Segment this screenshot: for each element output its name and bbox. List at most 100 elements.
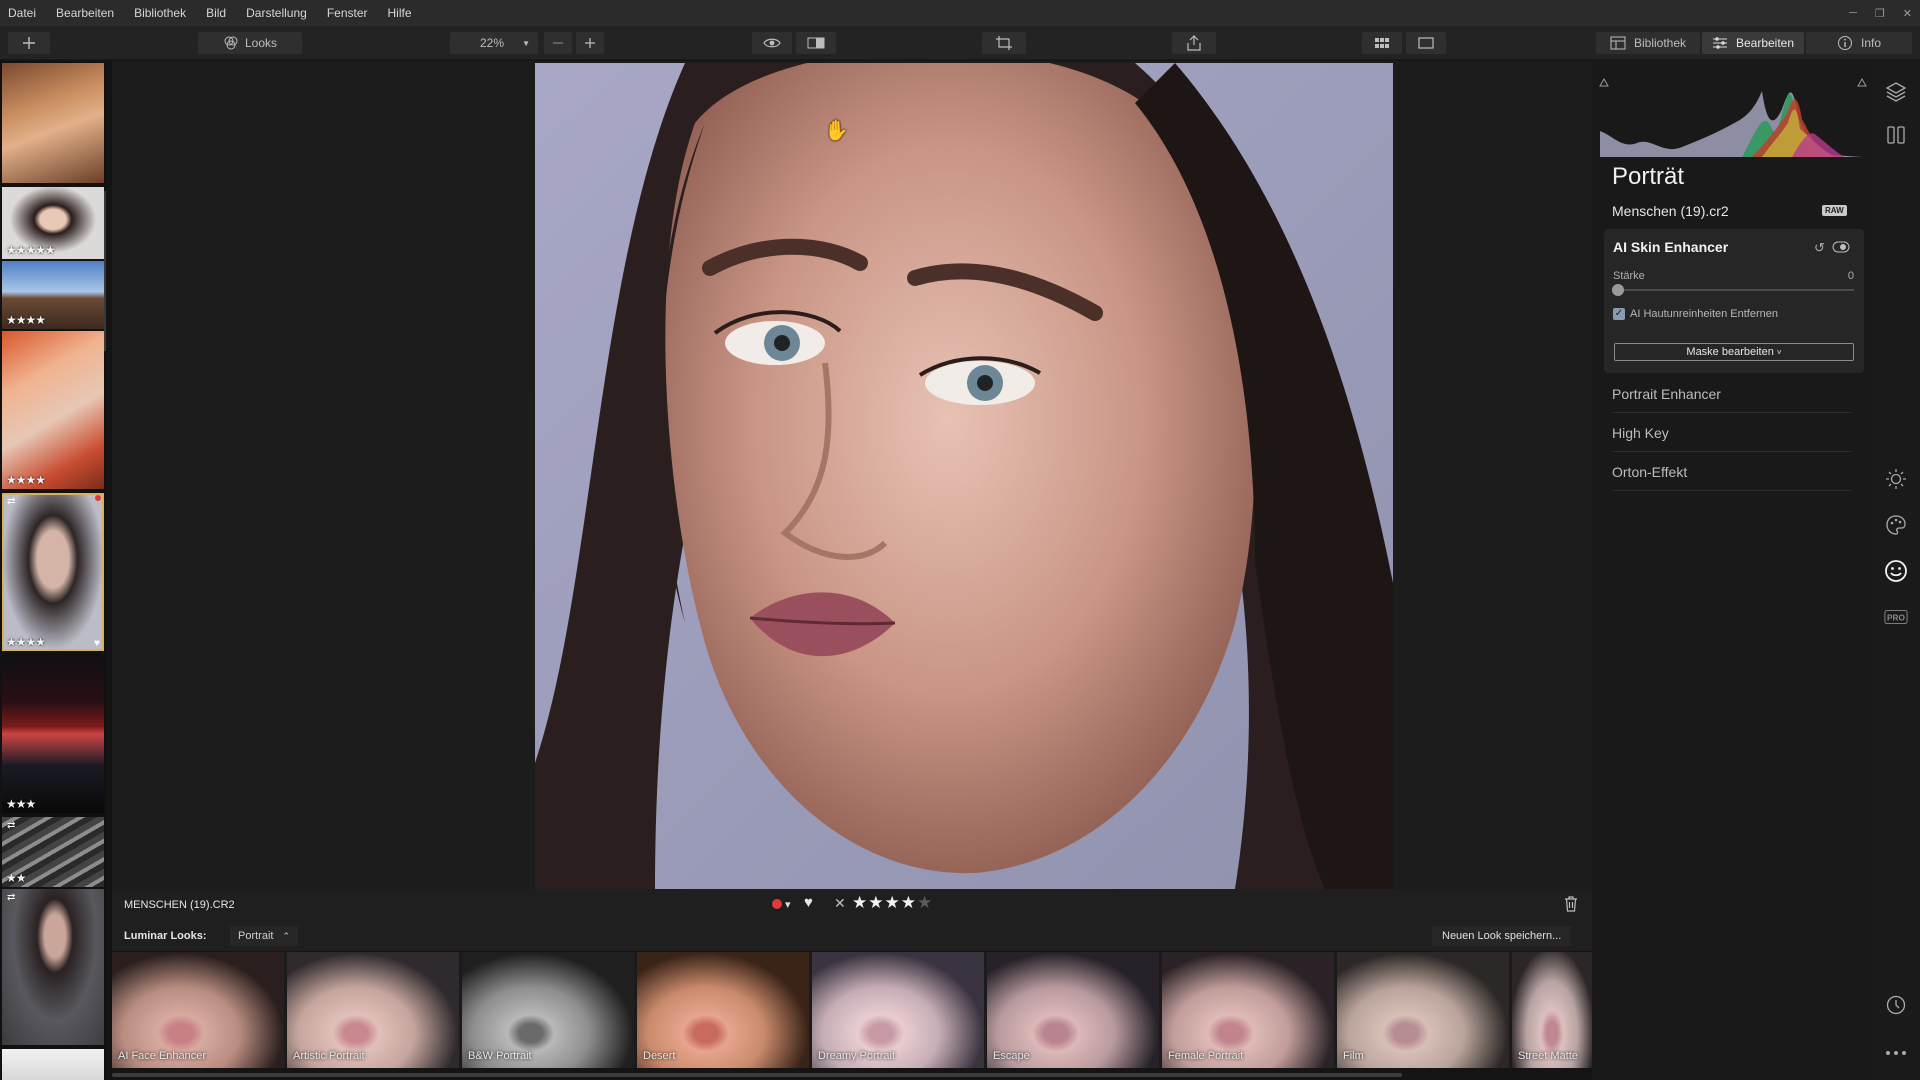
pro-badge-icon[interactable]: PRO (1884, 605, 1908, 629)
color-label-picker[interactable]: ▾ (772, 898, 791, 911)
look-preset[interactable]: Dreamy Portrait (812, 952, 984, 1068)
filmstrip-scrollbar[interactable] (104, 191, 106, 351)
zoom-in-button[interactable] (576, 32, 604, 54)
look-preset[interactable]: Desert (637, 952, 809, 1068)
menu-library[interactable]: Bibliothek (124, 0, 196, 26)
menu-view[interactable]: Darstellung (236, 0, 317, 26)
visibility-toggle[interactable] (1832, 240, 1850, 259)
rating-stars[interactable]: ★★★★★ (852, 893, 933, 913)
zoom-out-button[interactable] (544, 32, 572, 54)
zoom-select[interactable]: 22% ▼ (450, 32, 538, 54)
menu-help[interactable]: Hilfe (378, 0, 422, 26)
menu-edit[interactable]: Bearbeiten (46, 0, 124, 26)
thumbnail[interactable] (2, 1049, 104, 1080)
high-key-tool[interactable]: High Key (1612, 414, 1852, 452)
zoom-value: 22% (480, 36, 505, 50)
filmstrip: ★★★★★ ★★★★ ★★★★ ⇄ ★★★★ ♥ ★★★ ⇄ ★★ ⇄ (0, 61, 106, 1080)
plus-icon (23, 37, 35, 49)
thumbnail[interactable]: ★★★★★ (2, 187, 104, 259)
looks-category-value: Portrait (238, 930, 274, 942)
crop-button[interactable] (982, 32, 1026, 54)
save-look-button[interactable]: Neuen Look speichern... (1432, 926, 1572, 946)
menu-image[interactable]: Bild (196, 0, 236, 26)
look-preset[interactable]: Female Portrait (1162, 952, 1334, 1068)
looks-scrollbar[interactable] (112, 1073, 1402, 1077)
close-icon[interactable]: ✕ (1903, 7, 1912, 20)
palette-icon[interactable] (1884, 513, 1908, 537)
edit-mask-button[interactable]: Maske bearbeiten ˅ (1614, 343, 1854, 361)
rating-stars-filled: ★★★★ (852, 893, 917, 912)
portrait-enhancer-tool[interactable]: Portrait Enhancer (1612, 375, 1852, 413)
tab-info-label: Info (1860, 36, 1881, 50)
thumbnail-selected[interactable]: ⇄ ★★★★ ♥ (2, 493, 104, 651)
sun-icon[interactable] (1884, 467, 1908, 491)
thumbnail[interactable]: ★★★★ (2, 261, 104, 329)
remove-blemishes-checkbox[interactable]: ✓ (1613, 308, 1625, 320)
thumbnail-rating: ★★★★ (6, 473, 46, 487)
looks-category-select[interactable]: Portrait ⌃ (230, 926, 299, 946)
look-preset[interactable]: Artistic Portrait (287, 952, 459, 1068)
ai-skin-enhancer-tool: AI Skin Enhancer ↺ Stärke 0 ✓ AI Hautunr… (1604, 229, 1864, 373)
sliders-icon (1712, 37, 1727, 49)
image-filename: MENSCHEN (19).CR2 (124, 899, 235, 911)
thumbnail[interactable] (2, 63, 104, 183)
rating-stars-empty: ★ (916, 893, 934, 912)
look-preset[interactable]: Street Matte (1512, 952, 1592, 1068)
tab-library[interactable]: Bibliothek (1596, 32, 1700, 54)
thumbnail[interactable]: ★★★★ (2, 331, 104, 489)
look-preset[interactable]: AI Face Enhancer (112, 952, 284, 1068)
share-icon (1187, 35, 1201, 51)
look-preset[interactable]: Escape (987, 952, 1159, 1068)
thumbnail-rating: ★★★★★ (6, 243, 56, 257)
eye-icon (763, 38, 781, 48)
tab-edit[interactable]: Bearbeiten (1702, 32, 1804, 54)
history-icon[interactable] (1884, 993, 1908, 1017)
looks-button[interactable]: Looks (198, 32, 302, 54)
menu-file[interactable]: Datei (0, 0, 46, 26)
look-preset-label: Film (1343, 1050, 1364, 1062)
trash-icon (1565, 896, 1577, 912)
add-button[interactable] (8, 32, 50, 54)
thumbnail-rating: ★★ (6, 871, 26, 885)
favorite-button[interactable]: ♥ (804, 894, 813, 911)
menu-window[interactable]: Fenster (317, 0, 378, 26)
panel-filename: Menschen (19).cr2 (1612, 203, 1729, 219)
looks-strip: AI Face Enhancer Artistic Portrait B&W P… (112, 952, 1592, 1068)
face-icon[interactable] (1884, 559, 1908, 583)
minimize-icon[interactable]: ─ (1849, 7, 1857, 19)
look-preset[interactable]: B&W Portrait (462, 952, 634, 1068)
grid-view-button[interactable] (1362, 32, 1402, 54)
main-photo[interactable] (535, 63, 1393, 889)
share-button[interactable] (1172, 32, 1216, 54)
chevron-down-icon: ▼ (522, 38, 530, 48)
reset-icon[interactable]: ↺ (1814, 240, 1825, 256)
single-view-button[interactable] (1406, 32, 1446, 54)
more-icon[interactable] (1884, 1041, 1908, 1065)
hand-cursor-icon: ✋ (824, 120, 849, 142)
edit-panel: Porträt Menschen (19).cr2 RAW AI Skin En… (1592, 61, 1872, 1080)
svg-text:PRO: PRO (1887, 613, 1906, 623)
looks-header: Luminar Looks: Portrait ⌃ Neuen Look spe… (112, 921, 1592, 951)
orton-effect-tool[interactable]: Orton-Effekt (1612, 453, 1852, 491)
reject-button[interactable]: ✕ (834, 895, 846, 912)
thumbnail-rating: ★★★★ (6, 313, 46, 327)
tool-name: AI Skin Enhancer (1613, 239, 1729, 255)
thumbnail[interactable]: ⇄ ★★ (2, 817, 104, 887)
presets-icon[interactable] (1884, 123, 1908, 147)
edited-icon: ⇄ (7, 496, 16, 507)
look-preset-label: Dreamy Portrait (818, 1050, 896, 1062)
toolbar: Looks 22% ▼ Bibliothek Bearbeiten Info (0, 26, 1920, 60)
tab-info[interactable]: Info (1806, 32, 1912, 54)
layers-icon[interactable] (1884, 79, 1908, 103)
thumbnail[interactable]: ⇄ (2, 889, 104, 1045)
restore-icon[interactable]: ❐ (1875, 7, 1885, 20)
preview-button[interactable] (752, 32, 792, 54)
strength-slider-handle[interactable] (1612, 284, 1624, 296)
look-preset[interactable]: Film (1337, 952, 1509, 1068)
trash-button[interactable] (1564, 896, 1578, 915)
thumbnail[interactable]: ★★★ (2, 655, 104, 813)
image-canvas[interactable]: ✋ (112, 61, 1592, 889)
strength-slider-track[interactable] (1614, 289, 1854, 291)
strength-value[interactable]: 0 (1848, 270, 1854, 282)
compare-button[interactable] (796, 32, 836, 54)
